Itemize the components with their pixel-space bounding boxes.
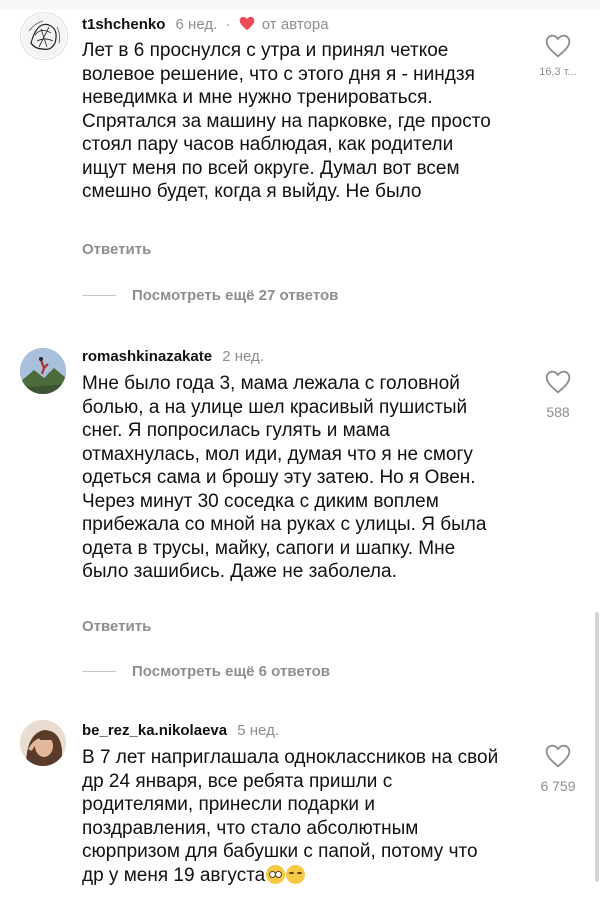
- like-column: 16,3 т...: [532, 34, 584, 78]
- comment-text: Лет в 6 проснулся с утра и принял четкое…: [82, 40, 491, 202]
- author-liked-label: от автора: [261, 16, 329, 33]
- view-more-replies-button[interactable]: Посмотреть ещё 6 ответов: [82, 663, 330, 680]
- username[interactable]: romashkinazakate: [82, 348, 212, 365]
- heart-outline-icon[interactable]: [545, 744, 571, 768]
- status-fade: [0, 0, 600, 10]
- timestamp: 2 нед.: [222, 348, 264, 365]
- scrollbar[interactable]: [595, 612, 599, 882]
- reply-button[interactable]: Ответить: [82, 618, 151, 635]
- like-column: 6 759: [532, 744, 584, 794]
- username[interactable]: t1shchenko: [82, 16, 165, 33]
- divider-line: [82, 671, 116, 672]
- divider-line: [82, 295, 116, 296]
- sketch-avatar-image: [22, 14, 66, 58]
- flushed-face-emoji: [266, 864, 286, 884]
- heart-outline-icon[interactable]: [545, 34, 571, 58]
- view-more-label: Посмотреть ещё 6 ответов: [132, 663, 331, 680]
- timestamp: 6 нед.: [175, 16, 218, 33]
- comment-meta: be_rez_ka.nikolaeva 5 нед.: [82, 722, 279, 740]
- mountain-avatar-image: [20, 348, 66, 394]
- like-count: 588: [546, 404, 570, 420]
- view-more-label: Посмотреть ещё 27 ответов: [132, 287, 339, 304]
- heart-filled-icon: [239, 16, 255, 36]
- comment-text: В 7 лет наприглашала одноклассников на с…: [82, 746, 502, 887]
- comment-meta: romashkinazakate 2 нед.: [82, 348, 264, 366]
- avatar[interactable]: [20, 12, 68, 60]
- view-more-replies-button[interactable]: Посмотреть ещё 27 ответов: [82, 287, 338, 304]
- portrait-avatar-image: [20, 720, 66, 766]
- reply-button[interactable]: Ответить: [82, 241, 151, 258]
- username[interactable]: be_rez_ka.nikolaeva: [82, 722, 227, 739]
- like-column: 588: [532, 370, 584, 420]
- comment-text-body: В 7 лет наприглашала одноклассников на с…: [82, 747, 499, 886]
- like-count: 16,3 т...: [539, 66, 577, 78]
- timestamp: 5 нед.: [237, 722, 279, 739]
- separator-dot: ·: [225, 16, 231, 33]
- avatar[interactable]: [20, 348, 66, 394]
- avatar[interactable]: [20, 720, 66, 766]
- heart-outline-icon[interactable]: [545, 370, 571, 394]
- comment-text: Мне было года 3, мама лежала с головной …: [82, 373, 487, 582]
- comment-meta: t1shchenko 6 нед. · от автора: [82, 16, 329, 36]
- comments-screen: t1shchenko 6 нед. · от автора Лет в 6 пр…: [0, 0, 600, 900]
- like-count: 6 759: [540, 778, 576, 794]
- laughing-face-emoji: [286, 864, 306, 884]
